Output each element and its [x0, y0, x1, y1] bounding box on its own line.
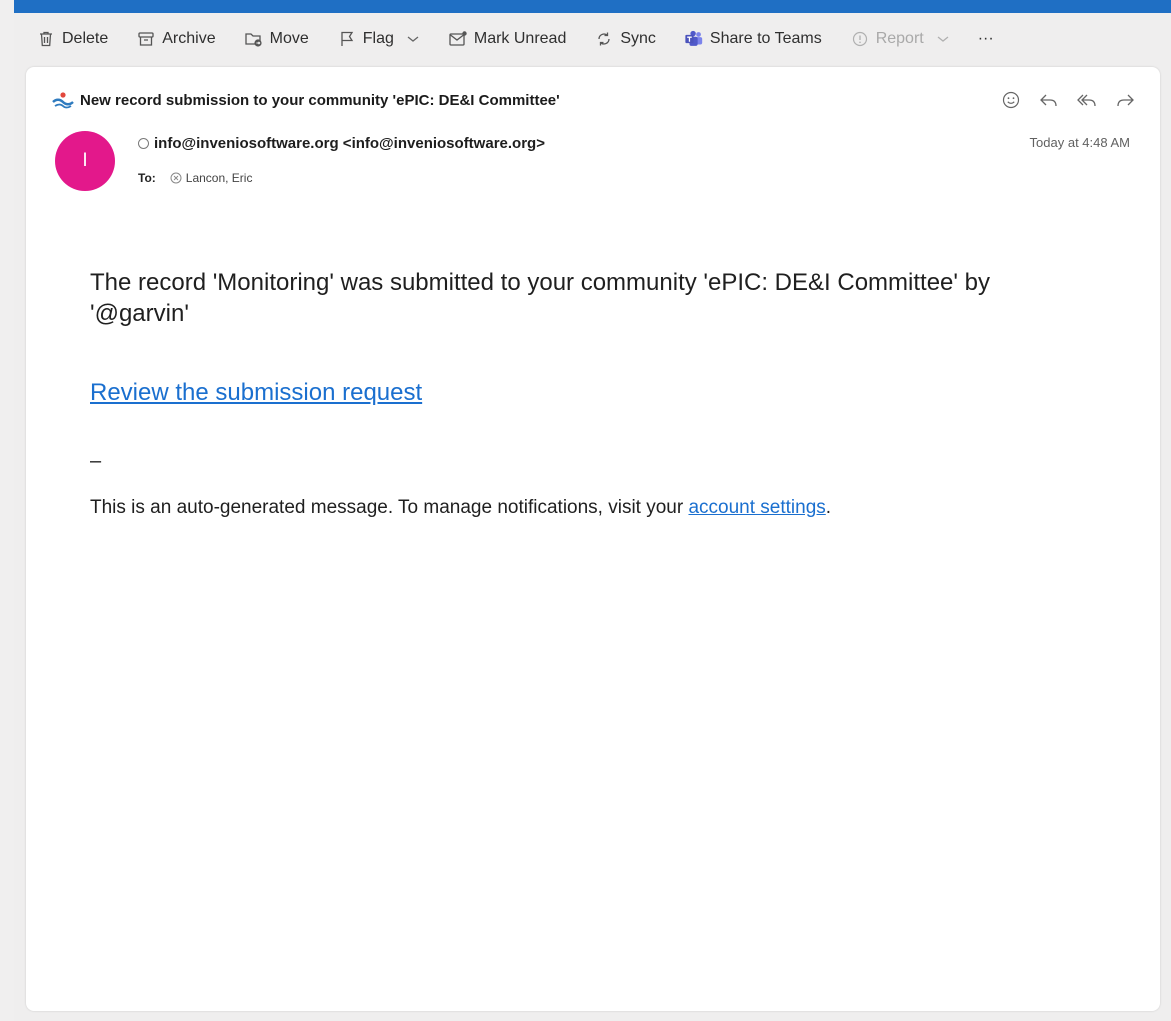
sync-label: Sync: [620, 30, 656, 47]
footer-period: .: [825, 497, 832, 518]
teams-icon: [684, 29, 704, 49]
reply-all-icon[interactable]: [1074, 87, 1100, 113]
window-title-bar: [14, 0, 1171, 13]
archive-button[interactable]: Archive: [136, 23, 216, 55]
recipient-row: To: Lancon, Eric: [138, 171, 252, 185]
archive-icon: [136, 29, 156, 49]
share-to-teams-label: Share to Teams: [709, 30, 822, 47]
signature-separator: –: [90, 450, 102, 472]
recipient-name[interactable]: Lancon, Eric: [186, 171, 253, 185]
move-button[interactable]: Move: [244, 23, 309, 55]
delete-label: Delete: [62, 30, 109, 47]
message-toolbar: Delete Archive Move Flag Mark Unread Syn…: [14, 13, 1171, 65]
report-label: Report: [875, 30, 924, 47]
to-label: To:: [138, 171, 156, 185]
presence-status-icon: [138, 138, 149, 149]
review-submission-link[interactable]: Review the submission request: [90, 379, 422, 407]
message-timestamp: Today at 4:48 AM: [1029, 135, 1130, 150]
move-label: Move: [269, 30, 309, 47]
message-body: The record 'Monitoring' was submitted to…: [90, 267, 1050, 519]
sync-button[interactable]: Sync: [594, 23, 656, 55]
report-button[interactable]: Report: [850, 23, 950, 55]
reply-icon[interactable]: [1036, 87, 1062, 113]
footer-message: This is an auto-generated message. To ma…: [90, 497, 689, 518]
flag-label: Flag: [362, 30, 394, 47]
archive-label: Archive: [162, 30, 216, 47]
body-text: The record 'Monitoring' was submitted to…: [90, 269, 990, 327]
flag-icon: [337, 29, 357, 49]
message-subject: New record submission to your community …: [80, 91, 560, 109]
invenio-logo-icon: [52, 91, 74, 109]
sender-avatar[interactable]: I: [55, 131, 115, 191]
trash-icon: [36, 29, 56, 49]
footer-text: This is an auto-generated message. To ma…: [90, 497, 1050, 519]
message-actions: [998, 87, 1138, 113]
delete-button[interactable]: Delete: [36, 23, 108, 55]
sender-row[interactable]: info@inveniosoftware.org <info@invenioso…: [138, 135, 545, 152]
mail-window: Delete Archive Move Flag Mark Unread Syn…: [14, 0, 1171, 1021]
chevron-down-icon[interactable]: [406, 34, 420, 44]
recipient-status-icon: [170, 172, 182, 184]
sync-icon: [594, 29, 614, 49]
shield-alert-icon: [850, 29, 870, 49]
envelope-icon: [448, 29, 468, 49]
forward-icon[interactable]: [1112, 87, 1138, 113]
more-options-button[interactable]: ···: [978, 23, 994, 55]
subject-row: New record submission to your community …: [52, 87, 1138, 113]
account-settings-link[interactable]: account settings: [688, 497, 825, 518]
chevron-down-icon[interactable]: [936, 34, 950, 44]
emoji-reaction-icon[interactable]: [998, 87, 1024, 113]
sender-address[interactable]: info@inveniosoftware.org <info@invenioso…: [154, 135, 545, 152]
folder-move-icon: [244, 29, 264, 49]
mark-unread-button[interactable]: Mark Unread: [448, 23, 566, 55]
more-icon: ···: [977, 30, 994, 47]
mark-unread-label: Mark Unread: [473, 30, 567, 47]
flag-button[interactable]: Flag: [337, 23, 420, 55]
share-to-teams-button[interactable]: Share to Teams: [684, 23, 822, 55]
reading-pane: New record submission to your community …: [26, 67, 1160, 1011]
